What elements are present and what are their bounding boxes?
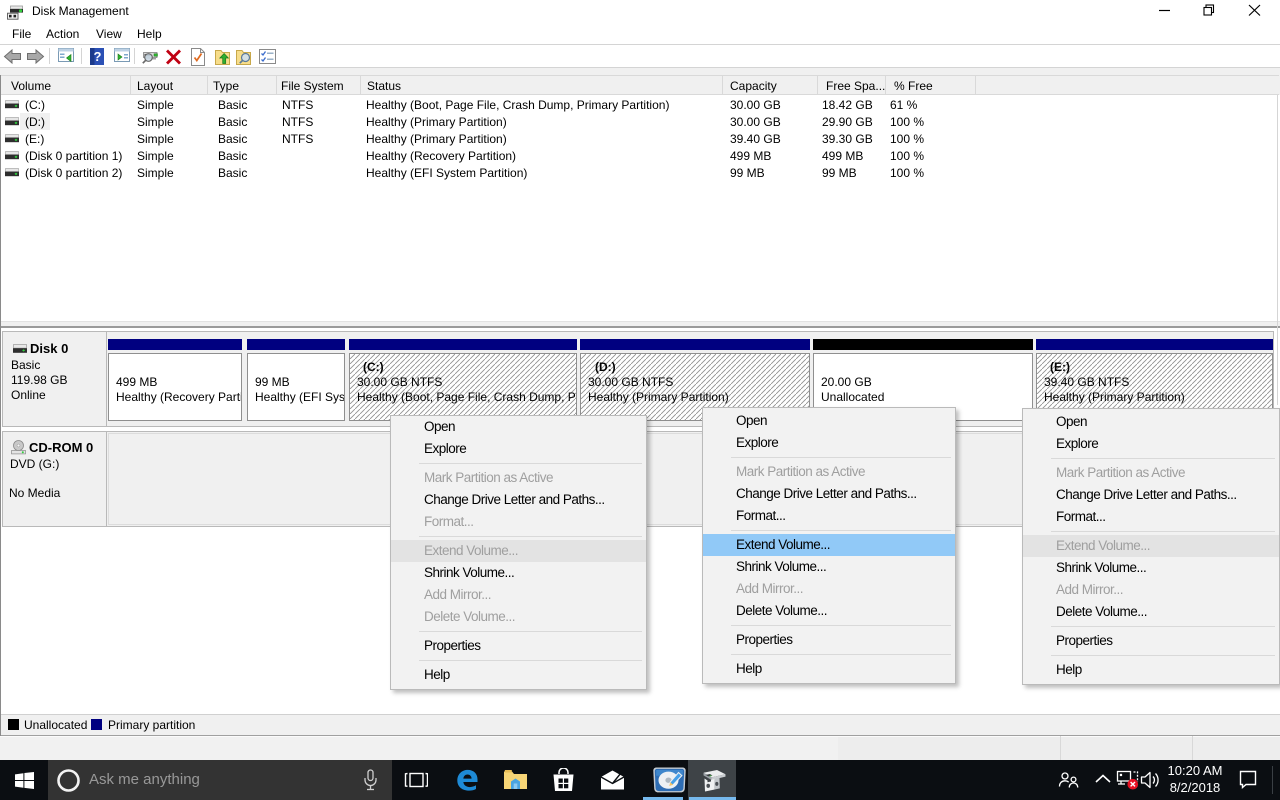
svg-text:?: ? [94, 49, 102, 64]
